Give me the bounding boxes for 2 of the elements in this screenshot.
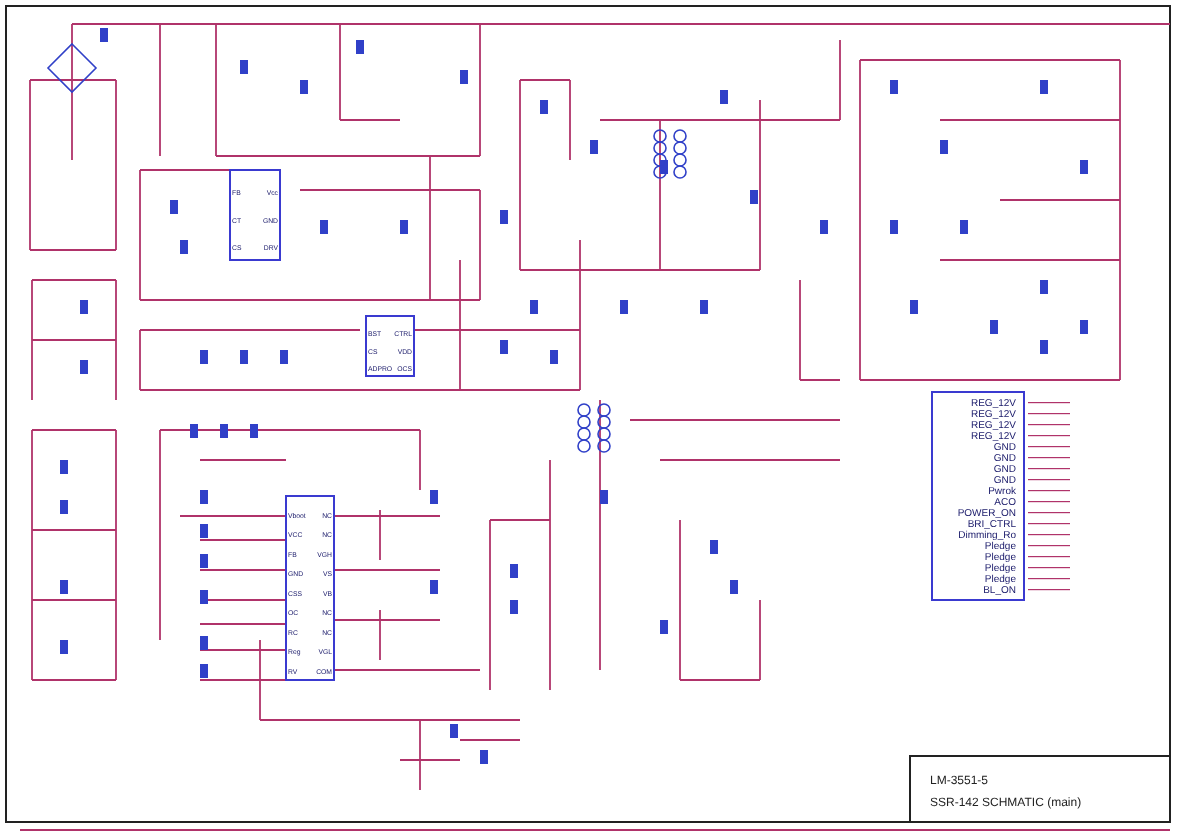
ic-chip	[365, 315, 415, 377]
ic-chip	[229, 169, 281, 261]
